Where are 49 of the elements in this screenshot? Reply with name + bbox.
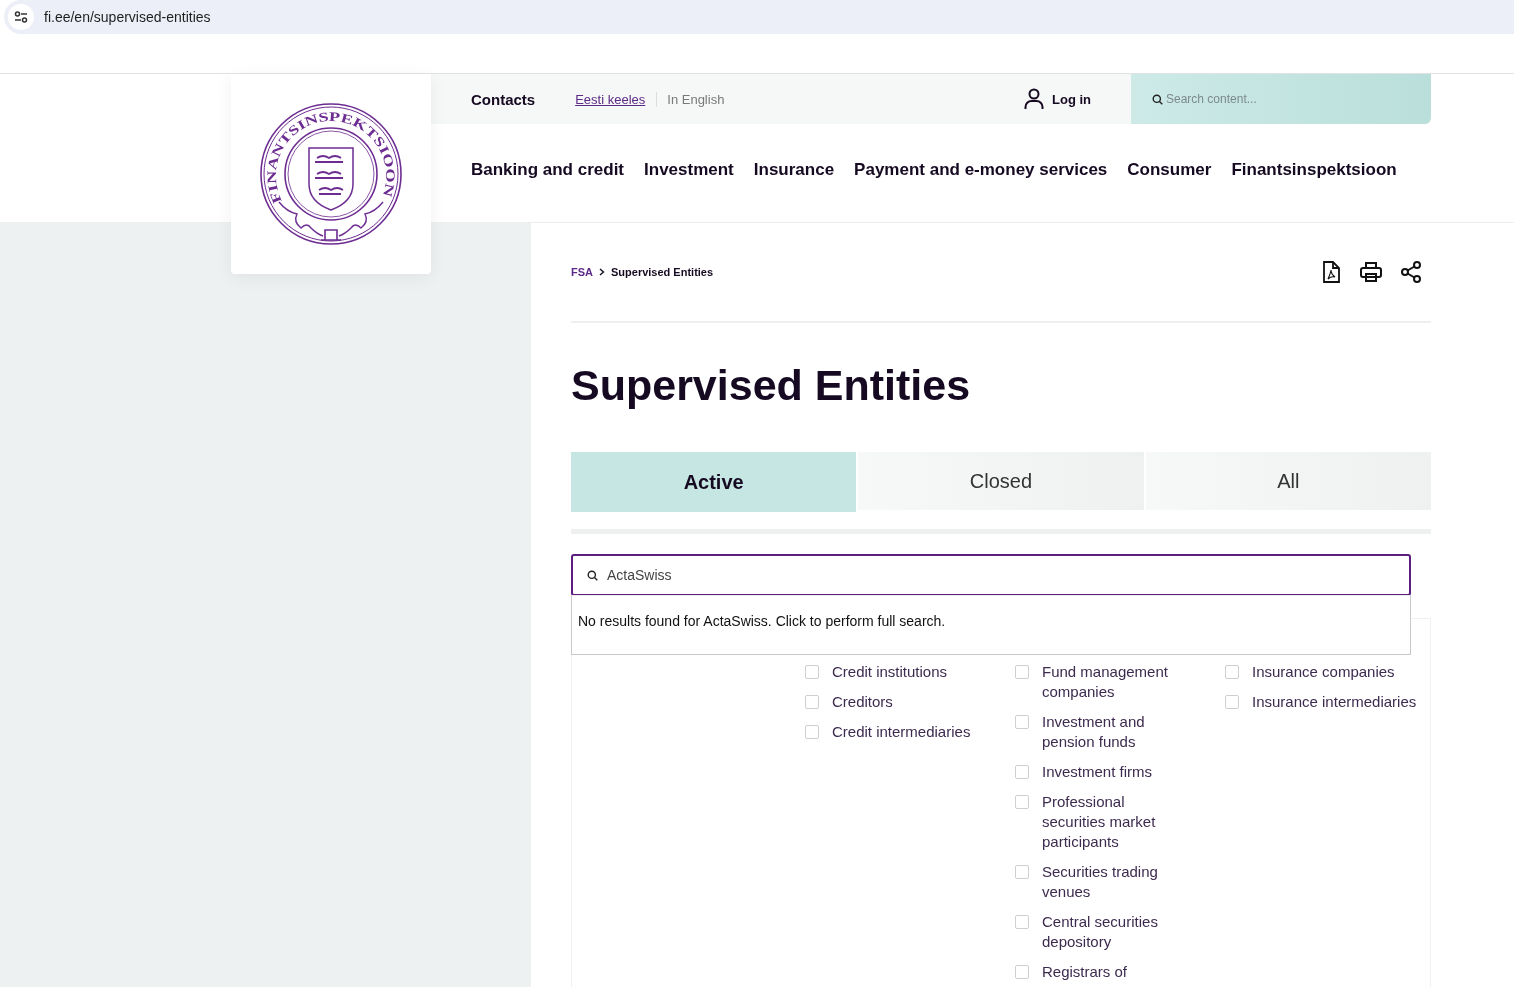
checkbox-label[interactable]: Creditors xyxy=(832,692,893,712)
checkbox-label[interactable]: Insurance companies xyxy=(1252,662,1395,682)
checkbox-label[interactable]: Investment firms xyxy=(1042,762,1153,782)
checkbox-label[interactable]: Fund management companies xyxy=(1042,662,1187,702)
checkbox-label[interactable]: Credit institutions xyxy=(832,662,948,682)
checkbox[interactable] xyxy=(1015,965,1029,979)
nav-link[interactable]: Insurance xyxy=(753,160,835,180)
breadcrumb-link[interactable]: FSA xyxy=(571,266,593,278)
nav-link[interactable]: Investment xyxy=(644,160,734,180)
chevron-icon xyxy=(599,268,605,276)
checkbox-label[interactable]: Central securities depository xyxy=(1042,912,1187,952)
nav-link[interactable]: Finantsinspektsioon xyxy=(1231,160,1397,180)
no-results-message[interactable]: No results found for ActaSwiss. Click to perform full search. xyxy=(571,595,1411,655)
checkbox-label[interactable]: Investment and pension funds xyxy=(1042,712,1187,752)
share-icon[interactable] xyxy=(1399,260,1423,284)
checkbox[interactable] xyxy=(1015,865,1029,879)
nav-link[interactable]: Banking and credit xyxy=(471,160,625,180)
breadcrumb-current: Supervised Entities xyxy=(611,266,714,278)
checkbox-label[interactable]: Insurance intermediaries xyxy=(1252,692,1417,712)
site-settings-icon[interactable] xyxy=(8,4,34,30)
checkbox[interactable] xyxy=(805,695,819,709)
page-title: Supervised Entities xyxy=(571,361,972,409)
language-link[interactable]: In English xyxy=(656,91,736,107)
checkbox[interactable] xyxy=(1015,765,1029,779)
tab[interactable]: Closed xyxy=(858,452,1144,510)
tab[interactable]: Active xyxy=(571,452,857,512)
login-link[interactable]: Log in xyxy=(1024,88,1091,110)
url-text[interactable]: fi.ee/en/supervised-entities xyxy=(44,9,211,25)
checkbox[interactable] xyxy=(805,665,819,679)
nav-link[interactable]: Payment and e-money services xyxy=(854,160,1108,180)
nav-link[interactable]: Consumer xyxy=(1127,160,1212,180)
search-icon xyxy=(587,570,598,581)
checkbox-label[interactable]: Securities trading venues xyxy=(1042,862,1187,902)
checkbox[interactable] xyxy=(805,725,819,739)
checkbox[interactable] xyxy=(1015,795,1029,809)
checkbox-label[interactable]: Registrars of xyxy=(1042,962,1128,982)
checkbox-label[interactable]: Credit intermediaries xyxy=(832,722,971,742)
checkbox[interactable] xyxy=(1225,665,1239,679)
checkbox[interactable] xyxy=(1015,715,1029,729)
checkbox[interactable] xyxy=(1015,665,1029,679)
contacts-link[interactable]: Contacts xyxy=(471,90,536,108)
checkbox[interactable] xyxy=(1015,915,1029,929)
print-icon[interactable] xyxy=(1359,260,1383,284)
user-icon xyxy=(1024,88,1044,110)
tab[interactable]: All xyxy=(1145,452,1431,510)
checkbox-label[interactable]: Professional securities market participants xyxy=(1042,792,1187,852)
checkbox[interactable] xyxy=(1225,695,1239,709)
search-field[interactable]: Search content... xyxy=(1131,74,1431,124)
language-link[interactable]: Eesti keeles xyxy=(575,91,657,107)
